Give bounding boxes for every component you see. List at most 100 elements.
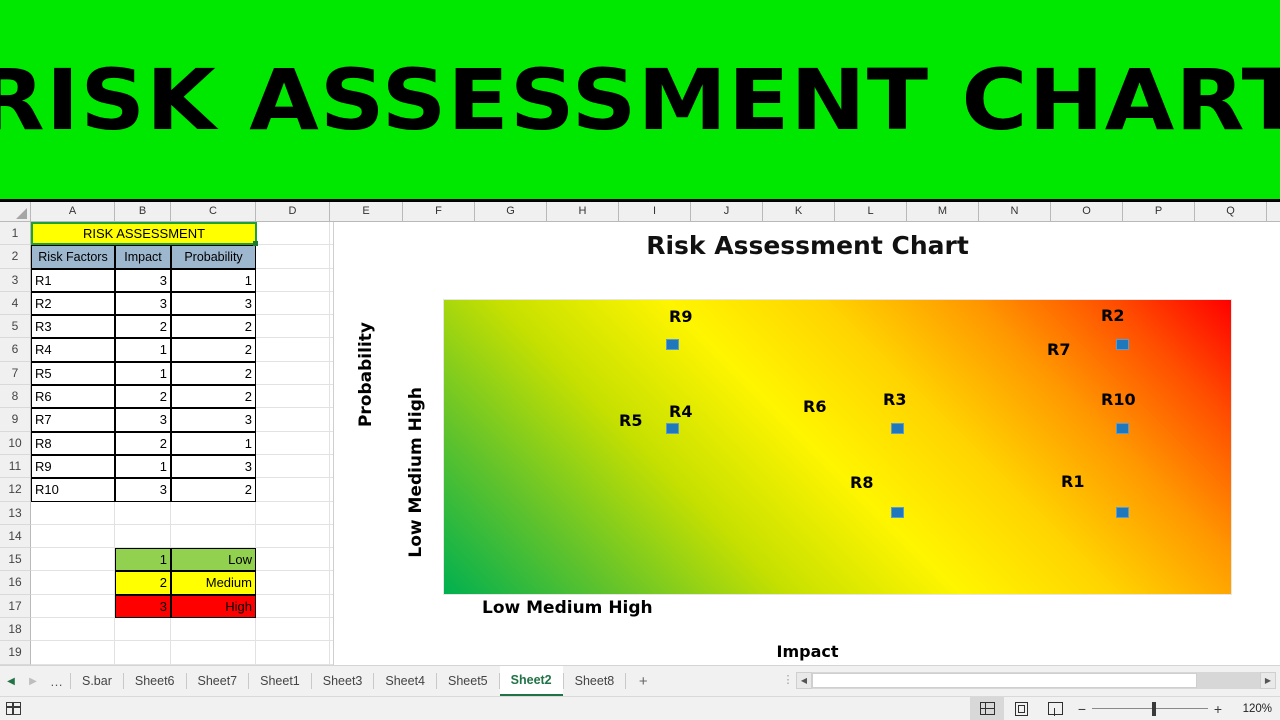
- row-header-14[interactable]: 14: [0, 524, 31, 549]
- column-header-K[interactable]: K: [763, 202, 835, 221]
- data-point-marker[interactable]: [1116, 339, 1129, 350]
- cell[interactable]: [256, 338, 330, 362]
- column-header-D[interactable]: D: [256, 202, 330, 221]
- cell-risk-factor[interactable]: R5: [31, 361, 115, 386]
- scrollbar-track[interactable]: [812, 672, 1260, 689]
- tab-scroll-left-icon[interactable]: ◀: [0, 666, 22, 697]
- page-layout-view-button[interactable]: [1004, 697, 1038, 720]
- row-header-2[interactable]: 2: [0, 245, 31, 269]
- row-header-8[interactable]: 8: [0, 385, 31, 409]
- legend-label-cell[interactable]: High: [171, 594, 256, 619]
- cell[interactable]: [256, 245, 330, 269]
- tab-scroll-right-icon[interactable]: ▶: [22, 666, 44, 697]
- cell[interactable]: [115, 641, 171, 665]
- workbook-statistics-icon[interactable]: [6, 702, 21, 715]
- cell-probability[interactable]: 1: [171, 431, 256, 455]
- cell[interactable]: [171, 641, 256, 665]
- row-header-17[interactable]: 17: [0, 594, 31, 619]
- add-sheet-icon[interactable]: +: [626, 673, 660, 690]
- scroll-left-arrow-icon[interactable]: ◀: [796, 672, 812, 689]
- column-header-C[interactable]: C: [171, 202, 256, 221]
- sheet-tab-sheet8[interactable]: Sheet8: [563, 665, 626, 697]
- normal-view-button[interactable]: [970, 697, 1004, 720]
- column-header-I[interactable]: I: [619, 202, 691, 221]
- data-point-marker[interactable]: [666, 423, 679, 434]
- column-header-B[interactable]: B: [115, 202, 171, 221]
- cell-probability[interactable]: 2: [171, 315, 256, 339]
- sheet-tab-sheet2[interactable]: Sheet2: [499, 665, 563, 697]
- cell[interactable]: [256, 594, 330, 619]
- cell[interactable]: [256, 385, 330, 409]
- table-header-cell[interactable]: Impact: [115, 245, 171, 269]
- cell[interactable]: [171, 501, 256, 525]
- zoom-slider[interactable]: [1092, 699, 1208, 719]
- cell[interactable]: [171, 618, 256, 642]
- cell-risk-factor[interactable]: R7: [31, 408, 115, 432]
- cell-probability[interactable]: 3: [171, 454, 256, 479]
- cell[interactable]: [256, 315, 330, 339]
- cell[interactable]: [31, 524, 115, 549]
- cell[interactable]: [256, 524, 330, 549]
- cell[interactable]: [115, 501, 171, 525]
- cell-impact[interactable]: 1: [115, 361, 171, 386]
- cell[interactable]: [31, 501, 115, 525]
- data-point-marker[interactable]: [666, 339, 679, 350]
- cell-risk-factor[interactable]: R2: [31, 291, 115, 316]
- scrollbar-thumb[interactable]: [812, 673, 1198, 688]
- row-header-4[interactable]: 4: [0, 291, 31, 316]
- column-header-M[interactable]: M: [907, 202, 979, 221]
- row-header-11[interactable]: 11: [0, 454, 31, 479]
- cell[interactable]: [115, 618, 171, 642]
- row-header-13[interactable]: 13: [0, 501, 31, 525]
- sheet-tab-sheet4[interactable]: Sheet4: [374, 665, 437, 697]
- cell[interactable]: [256, 408, 330, 432]
- cell-risk-factor[interactable]: R10: [31, 478, 115, 502]
- cell[interactable]: [31, 548, 115, 572]
- cell[interactable]: [256, 618, 330, 642]
- cell-probability[interactable]: 2: [171, 478, 256, 502]
- legend-value-cell[interactable]: 3: [115, 594, 171, 619]
- cell[interactable]: [31, 641, 115, 665]
- column-header-E[interactable]: E: [330, 202, 403, 221]
- cell[interactable]: [31, 594, 115, 619]
- cell[interactable]: [256, 641, 330, 665]
- page-break-preview-button[interactable]: [1038, 697, 1072, 720]
- row-header-1[interactable]: 1: [0, 222, 31, 246]
- row-header-15[interactable]: 15: [0, 548, 31, 572]
- column-header-G[interactable]: G: [475, 202, 547, 221]
- row-header-9[interactable]: 9: [0, 408, 31, 432]
- cell-impact[interactable]: 2: [115, 385, 171, 409]
- cell-risk-factor[interactable]: R9: [31, 454, 115, 479]
- cell-risk-factor[interactable]: R4: [31, 338, 115, 362]
- cell[interactable]: [256, 478, 330, 502]
- cell-impact[interactable]: 2: [115, 315, 171, 339]
- tab-overflow-icon[interactable]: …: [44, 674, 70, 689]
- cell-probability[interactable]: 2: [171, 338, 256, 362]
- cell-probability[interactable]: 3: [171, 291, 256, 316]
- cell[interactable]: [256, 361, 330, 386]
- cell-impact[interactable]: 1: [115, 454, 171, 479]
- cell-probability[interactable]: 1: [171, 268, 256, 292]
- data-point-marker[interactable]: [1116, 423, 1129, 434]
- cell-impact[interactable]: 3: [115, 268, 171, 292]
- risk-assessment-chart[interactable]: Risk Assessment Chart Probability Low Me…: [333, 222, 1280, 665]
- column-header-H[interactable]: H: [547, 202, 619, 221]
- data-point-marker[interactable]: [1116, 507, 1129, 518]
- scroll-right-arrow-icon[interactable]: ▶: [1260, 672, 1276, 689]
- cell-risk-factor[interactable]: R1: [31, 268, 115, 292]
- legend-value-cell[interactable]: 2: [115, 571, 171, 595]
- sheet-tab-s-bar[interactable]: S.bar: [71, 665, 123, 697]
- zoom-slider-thumb[interactable]: [1152, 701, 1156, 716]
- row-header-7[interactable]: 7: [0, 361, 31, 386]
- cell[interactable]: [256, 431, 330, 455]
- cell-risk-factor[interactable]: R6: [31, 385, 115, 409]
- column-header-F[interactable]: F: [403, 202, 475, 221]
- sheet-tab-sheet3[interactable]: Sheet3: [311, 665, 374, 697]
- table-header-cell[interactable]: Risk Factors: [31, 245, 115, 269]
- sheet-tab-sheet7[interactable]: Sheet7: [186, 665, 249, 697]
- cell-impact[interactable]: 1: [115, 338, 171, 362]
- cell-risk-factor[interactable]: R8: [31, 431, 115, 455]
- column-header-O[interactable]: O: [1051, 202, 1123, 221]
- cell[interactable]: [256, 291, 330, 316]
- row-header-16[interactable]: 16: [0, 571, 31, 595]
